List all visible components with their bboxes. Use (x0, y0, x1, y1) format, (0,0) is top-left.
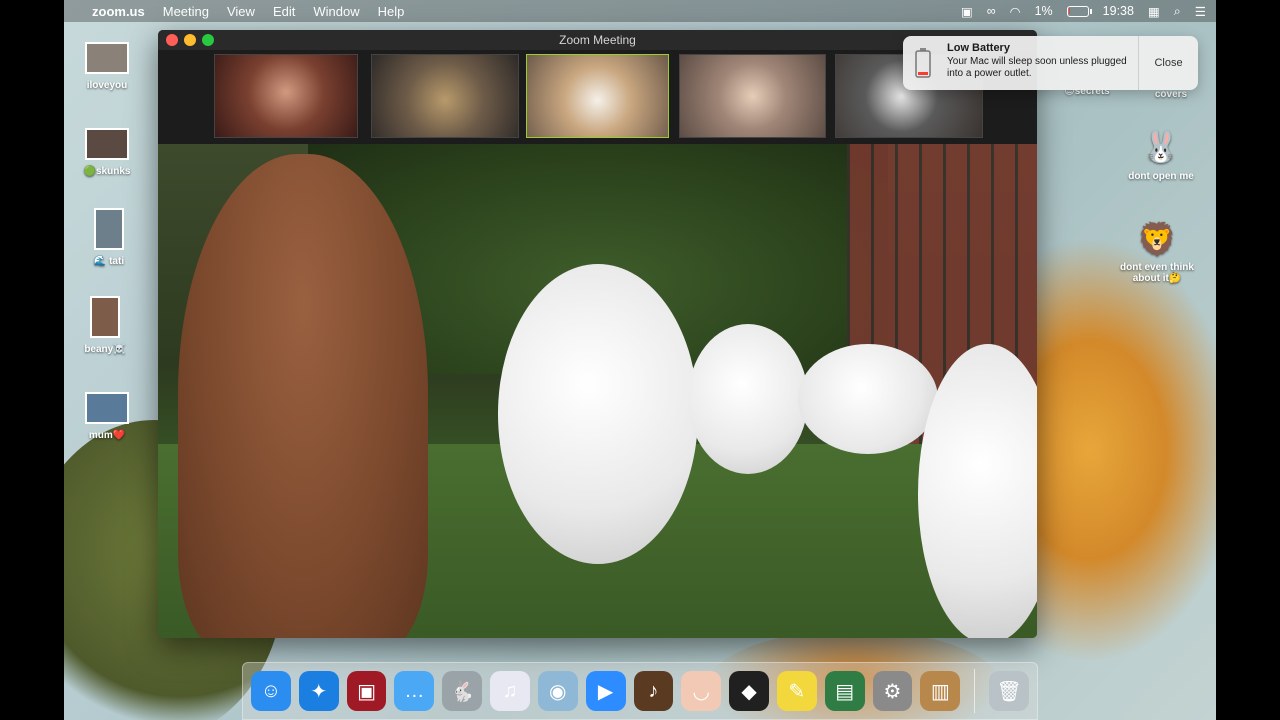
dock-garageband-icon[interactable]: ♪ (633, 671, 674, 711)
desktop-icon-label: iloveyou (86, 80, 128, 91)
dock-separator (974, 669, 976, 713)
desktop-icon-dont-even-think[interactable]: 🦁 dont even think about it🤔 (1110, 220, 1204, 284)
desktop-icon-skunks[interactable]: 🟢skunks (62, 128, 152, 177)
creative-cloud-icon[interactable]: ∞ (987, 4, 996, 18)
desktop-icon-covers[interactable]: covers (1126, 89, 1216, 100)
desktop-icon-beany[interactable]: beany☠️ (60, 296, 150, 355)
menu-window[interactable]: Window (313, 4, 359, 19)
clock[interactable]: 19:38 (1103, 4, 1134, 18)
desktop-icon-label: dont open me (1128, 171, 1194, 182)
dock-messages-icon[interactable]: … (394, 671, 435, 711)
battery-percent: 1% (1034, 4, 1053, 18)
wallpaper-flower (1024, 230, 1216, 670)
menu-bar: zoom.us Meeting View Edit Window Help ▣ … (64, 0, 1216, 22)
participant-video-1[interactable] (214, 54, 358, 138)
video-white-dog-3 (798, 344, 938, 454)
minimize-window-button[interactable] (184, 34, 196, 46)
desktop-icon-label: covers (1154, 89, 1188, 100)
battery-warning-icon (903, 36, 943, 90)
menu-app-name[interactable]: zoom.us (92, 4, 145, 19)
dock-photo-app-icon[interactable]: ◆ (729, 671, 769, 711)
desktop-icon-label: mum❤️ (88, 430, 126, 441)
dock-seal-icon[interactable]: ◉ (537, 671, 578, 711)
participant-video-4[interactable] (679, 54, 826, 138)
desktop-icon-tati[interactable]: 🌊 tati (64, 208, 154, 267)
folder-thumbnail (85, 392, 129, 424)
menu-view[interactable]: View (227, 4, 255, 19)
dock-zoom-icon[interactable]: ▶ (585, 671, 626, 711)
video-white-dog-2 (688, 324, 808, 474)
desktop-icon-label: beany☠️ (84, 344, 126, 355)
folder-thumbnail (90, 296, 120, 338)
dock-safari-icon[interactable]: ✦ (298, 671, 339, 711)
dock-face-icon[interactable]: ◡ (681, 671, 722, 711)
zoom-window-button[interactable] (202, 34, 214, 46)
menu-meeting[interactable]: Meeting (163, 4, 209, 19)
zoom-status-icon[interactable]: ▣ (961, 4, 973, 19)
folder-thumbnail (85, 42, 129, 74)
dock-finder-icon[interactable]: ☺ (251, 671, 291, 711)
menu-edit[interactable]: Edit (273, 4, 295, 19)
dock-preview-icon[interactable]: ▤ (824, 671, 865, 711)
menu-help[interactable]: Help (378, 4, 405, 19)
dock-trash-icon[interactable]: 🗑 (989, 671, 1029, 711)
desktop-icon-label: 🟢skunks (83, 166, 131, 177)
dock-notes-icon[interactable]: ▥ (920, 671, 961, 711)
folder-thumbnail (94, 208, 124, 250)
video-brown-dog (178, 154, 428, 638)
desktop-icon-iloveyou[interactable]: iloveyou (62, 42, 152, 91)
notification-center-icon[interactable]: ☰ (1195, 4, 1206, 19)
notification-close-button[interactable]: Close (1138, 36, 1198, 90)
desktop-icon-label: dont even think about it🤔 (1120, 262, 1194, 284)
lion-icon: 🦁 (1137, 221, 1177, 257)
bunny-icon: 🐰 (1142, 131, 1180, 164)
dock-photo-booth-icon[interactable]: ▣ (346, 671, 387, 711)
desktop-icon-mum[interactable]: mum❤️ (62, 392, 152, 441)
dock-rabbit-icon[interactable]: 🐇 (442, 671, 483, 711)
dock-itunes-icon[interactable]: ♫ (490, 671, 530, 711)
dock: ☺ ✦ ▣… 🐇 ♫ ◉ ▶ ♪ ◡ ◆ ✎ ▤ ⚙ ▥ 🗑 (242, 662, 1038, 720)
wifi-icon[interactable]: ◠ (1010, 4, 1021, 19)
desktop-icon-label: 🌊 tati (93, 256, 125, 267)
zoom-meeting-window[interactable]: Zoom Meeting (158, 30, 1037, 638)
participant-video-2[interactable] (371, 54, 519, 138)
window-title: Zoom Meeting (559, 33, 636, 47)
low-battery-notification[interactable]: Low Battery Your Mac will sleep soon unl… (903, 36, 1198, 90)
active-speaker-video[interactable] (158, 144, 1037, 638)
battery-icon[interactable] (1066, 5, 1092, 17)
notification-title: Low Battery (947, 42, 1010, 54)
participant-video-3-active[interactable] (526, 54, 669, 138)
video-white-dog-1 (498, 264, 698, 564)
folder-thumbnail (85, 128, 129, 160)
dock-stickies-icon[interactable]: ✎ (776, 671, 817, 711)
desktop-icon-dont-open-me[interactable]: 🐰 dont open me (1116, 130, 1206, 182)
spotlight-search-icon[interactable]: ⌕ (1174, 4, 1181, 19)
dock-system-preferences-icon[interactable]: ⚙ (872, 671, 913, 711)
close-window-button[interactable] (166, 34, 178, 46)
notification-message: Your Mac will sleep soon unless plugged … (947, 56, 1127, 79)
calendar-icon[interactable]: ▦ (1148, 4, 1160, 19)
